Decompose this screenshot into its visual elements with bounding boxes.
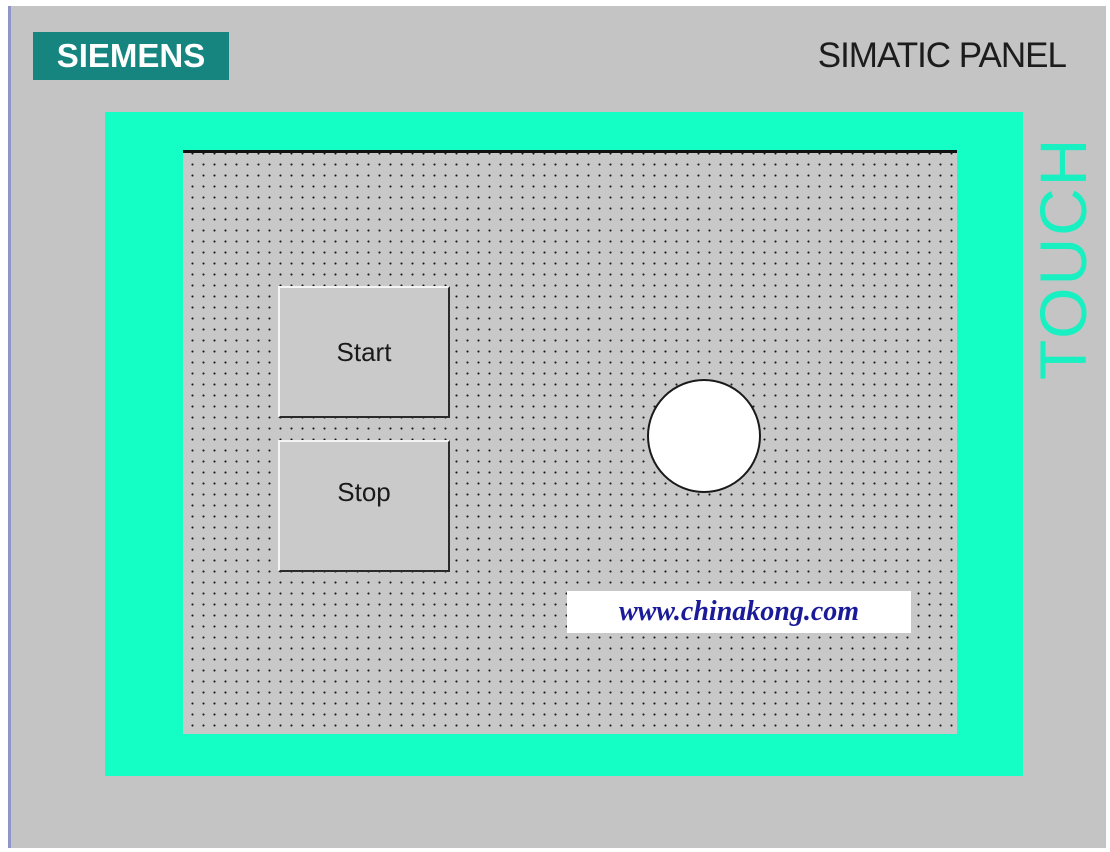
watermark-text: www.chinakong.com	[567, 591, 911, 633]
indicator-lamp	[647, 379, 761, 493]
stop-button[interactable]: Stop	[278, 440, 450, 572]
start-button-label: Start	[336, 336, 392, 367]
touch-label: TOUCH	[1026, 136, 1100, 380]
panel-title: SIMATIC PANEL	[817, 36, 1067, 75]
siemens-logo: SIEMENS	[33, 32, 229, 80]
screen-bezel: Start Stop www.chinakong.com	[105, 112, 1023, 776]
start-button[interactable]: Start	[278, 286, 450, 418]
hmi-screen: Start Stop www.chinakong.com	[183, 150, 957, 734]
hmi-panel: SIEMENS SIMATIC PANEL TOUCH Start Stop w…	[8, 6, 1106, 848]
stop-button-label: Stop	[337, 476, 391, 507]
